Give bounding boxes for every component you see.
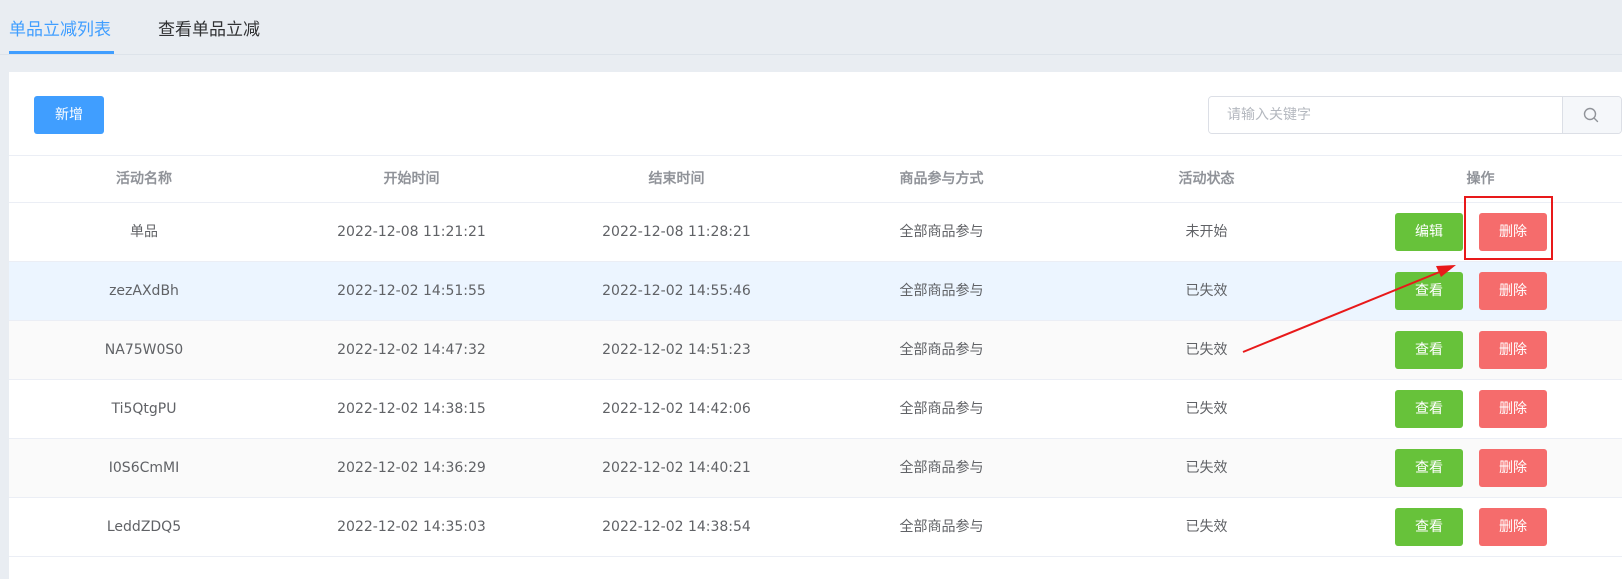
- table-header: 活动名称 开始时间 结束时间 商品参与方式 活动状态 操作: [9, 155, 1622, 203]
- cell-status: 未开始: [1185, 224, 1228, 240]
- cell-start: 2022-12-02 14:38:15: [337, 401, 486, 417]
- cell-start: 2022-12-02 14:35:03: [337, 519, 486, 535]
- cell-name: I0S6CmMI: [108, 460, 180, 476]
- table-row: I0S6CmMI 2022-12-02 14:36:29 2022-12-02 …: [9, 439, 1622, 498]
- cell-mode: 全部商品参与: [899, 342, 984, 358]
- cell-mode: 全部商品参与: [899, 519, 984, 535]
- view-button[interactable]: 查看: [1395, 449, 1463, 487]
- cell-status: 已失效: [1185, 460, 1228, 476]
- delete-button[interactable]: 删除: [1479, 449, 1547, 487]
- add-button[interactable]: 新增: [34, 96, 104, 134]
- activity-table: 活动名称 开始时间 结束时间 商品参与方式 活动状态 操作 单品 2022-12…: [9, 155, 1622, 557]
- cell-status: 已失效: [1185, 342, 1228, 358]
- delete-button[interactable]: 删除: [1479, 213, 1547, 251]
- cell-mode: 全部商品参与: [899, 224, 984, 240]
- tab-bar: 单品立减列表 查看单品立减: [0, 0, 1622, 55]
- cell-status: 已失效: [1185, 283, 1228, 299]
- cell-end: 2022-12-02 14:51:23: [602, 342, 751, 358]
- cell-name: NA75W0S0: [104, 342, 184, 358]
- table-row: NA75W0S0 2022-12-02 14:47:32 2022-12-02 …: [9, 321, 1622, 380]
- tab-view[interactable]: 查看单品立减: [158, 18, 260, 42]
- header-start: 开始时间: [383, 171, 440, 187]
- delete-button[interactable]: 删除: [1479, 390, 1547, 428]
- cell-start: 2022-12-08 11:21:21: [337, 224, 486, 240]
- delete-button[interactable]: 删除: [1479, 331, 1547, 369]
- cell-name: zezAXdBh: [109, 283, 179, 299]
- cell-name: 单品: [130, 224, 158, 240]
- active-tab-indicator: [9, 51, 114, 54]
- cell-start: 2022-12-02 14:47:32: [337, 342, 486, 358]
- cell-start: 2022-12-02 14:36:29: [337, 460, 486, 476]
- view-button[interactable]: 查看: [1395, 272, 1463, 310]
- cell-end: 2022-12-02 14:38:54: [602, 519, 751, 535]
- cell-end: 2022-12-02 14:42:06: [602, 401, 751, 417]
- cell-status: 已失效: [1185, 519, 1228, 535]
- table-row: LeddZDQ5 2022-12-02 14:35:03 2022-12-02 …: [9, 498, 1622, 557]
- cell-mode: 全部商品参与: [899, 401, 984, 417]
- search-button[interactable]: [1562, 97, 1621, 133]
- cell-end: 2022-12-08 11:28:21: [602, 224, 751, 240]
- cell-mode: 全部商品参与: [899, 460, 984, 476]
- header-name: 活动名称: [116, 171, 172, 187]
- header-status: 活动状态: [1178, 171, 1235, 187]
- header-actions: 操作: [1466, 171, 1495, 187]
- header-end: 结束时间: [648, 171, 705, 187]
- cell-name: LeddZDQ5: [106, 519, 182, 535]
- table-row: zezAXdBh 2022-12-02 14:51:55 2022-12-02 …: [9, 262, 1622, 321]
- search-icon: [1583, 107, 1599, 123]
- cell-mode: 全部商品参与: [899, 283, 984, 299]
- cell-end: 2022-12-02 14:40:21: [602, 460, 751, 476]
- header-mode: 商品参与方式: [899, 171, 984, 187]
- search-input[interactable]: [1209, 97, 1563, 133]
- delete-button[interactable]: 删除: [1479, 508, 1547, 546]
- view-button[interactable]: 查看: [1395, 331, 1463, 369]
- table-row: Ti5QtgPU 2022-12-02 14:38:15 2022-12-02 …: [9, 380, 1622, 439]
- cell-start: 2022-12-02 14:51:55: [337, 283, 486, 299]
- table-row: 单品 2022-12-08 11:21:21 2022-12-08 11:28:…: [9, 203, 1622, 262]
- cell-status: 已失效: [1185, 401, 1228, 417]
- delete-button[interactable]: 删除: [1479, 272, 1547, 310]
- view-button[interactable]: 查看: [1395, 390, 1463, 428]
- view-button[interactable]: 查看: [1395, 508, 1463, 546]
- content-card: 新增 活动名称 开始时间 结束时间 商品参与方式 活动状态 操作 单品 2022…: [9, 72, 1622, 579]
- tab-list[interactable]: 单品立减列表: [9, 18, 111, 42]
- cell-name: Ti5QtgPU: [111, 401, 177, 417]
- search-box: [1208, 96, 1622, 134]
- cell-end: 2022-12-02 14:55:46: [602, 283, 751, 299]
- edit-button[interactable]: 编辑: [1395, 213, 1463, 251]
